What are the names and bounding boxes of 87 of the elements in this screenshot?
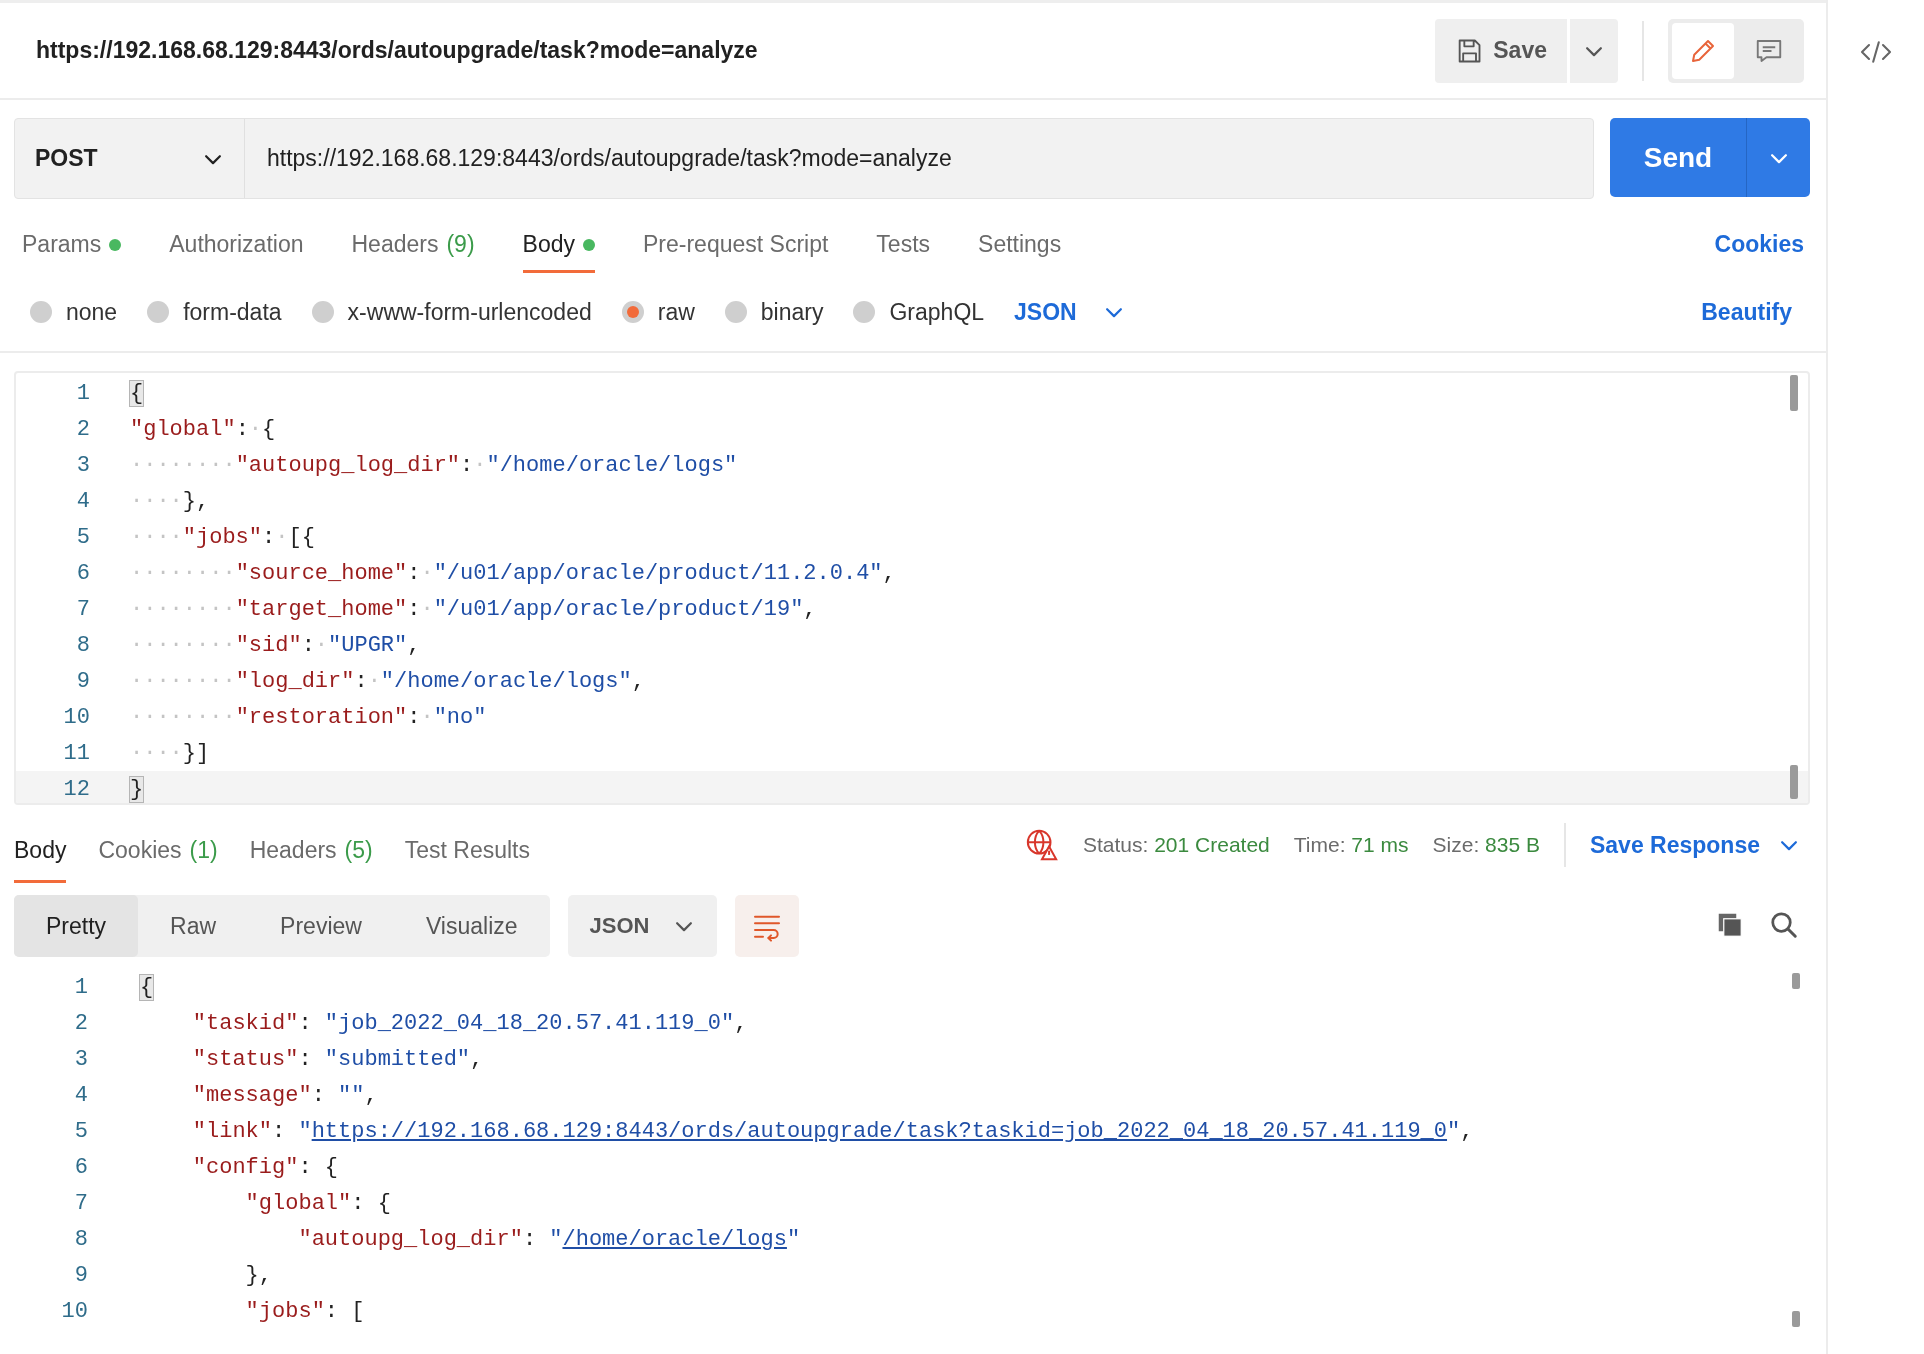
request-tab[interactable]: Headers (9) <box>351 231 475 273</box>
code-line: ········"target_home":·"/u01/app/oracle/product/19", <box>130 596 817 622</box>
code-line: ········"restoration":·"no" <box>130 704 487 730</box>
line-number: 10 <box>62 704 90 730</box>
code-line: "jobs": [ <box>244 1298 365 1324</box>
code-line: ····}] <box>130 740 210 766</box>
line-number: 6 <box>73 1154 88 1180</box>
code-line: "message": "", <box>191 1082 378 1108</box>
request-tab[interactable]: Authorization <box>169 231 304 273</box>
body-type-radio[interactable]: none <box>30 298 118 326</box>
line-number: 10 <box>60 1298 88 1324</box>
response-tab[interactable]: Headers (5) <box>249 837 373 883</box>
format-dropdown[interactable]: JSON <box>567 895 718 957</box>
scrollbar[interactable] <box>1790 375 1798 411</box>
view-tab[interactable]: Visualize <box>393 895 550 957</box>
code-line: ····}, <box>130 488 210 514</box>
line-number: 4 <box>73 1082 88 1108</box>
language-dropdown[interactable]: JSON <box>1014 298 1125 326</box>
request-tab[interactable]: Body <box>522 231 595 273</box>
code-line: ········"source_home":·"/u01/app/oracle/product/11.2.0.4", <box>130 560 896 586</box>
line-number: 1 <box>75 380 90 406</box>
line-number: 6 <box>75 560 90 586</box>
scrollbar[interactable] <box>1790 765 1798 799</box>
time-label: Time: <box>1293 833 1346 856</box>
line-number: 3 <box>75 452 90 478</box>
request-title: https://192.168.68.129:8443/ords/autoupgrade/task?mode=analyze <box>36 37 759 64</box>
code-line: "autoupg_log_dir": "/home/oracle/logs" <box>297 1226 801 1252</box>
line-number: 5 <box>73 1118 88 1144</box>
save-response-button[interactable]: Save Response <box>1589 831 1800 859</box>
line-number: 9 <box>73 1262 88 1288</box>
code-line: "status": "submitted", <box>191 1046 484 1072</box>
code-line: }, <box>244 1262 273 1288</box>
response-tab[interactable]: Body <box>14 837 67 883</box>
view-tab[interactable]: Raw <box>138 895 249 957</box>
body-type-radio[interactable]: x-www-form-urlencoded <box>311 298 592 326</box>
body-type-radio[interactable]: binary <box>724 298 824 326</box>
body-type-radio[interactable]: raw <box>621 298 695 326</box>
wrap-lines-button[interactable] <box>735 895 800 957</box>
line-number: 9 <box>75 668 90 694</box>
code-line: ········"autoupg_log_dir":·"/home/oracle/logs" <box>130 452 738 478</box>
status-value: 201 Created <box>1154 833 1270 856</box>
request-tab[interactable]: Settings <box>978 231 1062 273</box>
line-number: 12 <box>62 776 90 802</box>
line-number: 2 <box>73 1010 88 1036</box>
view-tab[interactable]: Pretty <box>14 895 139 957</box>
view-tab[interactable]: Preview <box>248 895 394 957</box>
code-line: ········"sid":·"UPGR", <box>130 632 421 658</box>
time-value: 71 ms <box>1351 833 1409 856</box>
code-line: ····"jobs":·[{ <box>130 524 315 550</box>
body-type-radio[interactable]: form-data <box>147 298 282 326</box>
code-line: "global":·{ <box>130 416 276 442</box>
size-label: Size: <box>1432 833 1480 856</box>
search-icon <box>1769 910 1799 940</box>
line-number: 4 <box>75 488 90 514</box>
body-type-radio[interactable]: GraphQL <box>853 298 985 326</box>
link[interactable]: /home/oracle/logs <box>562 1226 787 1252</box>
size-value: 835 B <box>1485 833 1540 856</box>
line-number: 11 <box>62 740 90 766</box>
line-number: 3 <box>73 1046 88 1072</box>
code-line: ········"log_dir":·"/home/oracle/logs", <box>130 668 645 694</box>
line-number: 5 <box>75 524 90 550</box>
cookies-link[interactable]: Cookies <box>1714 231 1804 273</box>
line-number: 2 <box>75 416 90 442</box>
scrollbar[interactable] <box>1792 1311 1800 1327</box>
code-icon[interactable] <box>1859 38 1893 66</box>
code-line: "link": "https://192.168.68.129:8443/ords/autoupgrade/task?taskid=job_2022_04_18_20.57.41.119_0", <box>191 1118 1474 1144</box>
response-tab[interactable]: Cookies (1) <box>98 837 218 883</box>
request-tab[interactable]: Params <box>22 231 122 273</box>
mode-toggle[interactable] <box>1672 22 1734 79</box>
response-tab[interactable]: Test Results <box>404 837 530 883</box>
code-line: "config": { <box>191 1154 339 1180</box>
line-number: 1 <box>73 974 88 1000</box>
status-label: Status: <box>1082 833 1149 856</box>
line-number: 7 <box>75 596 90 622</box>
code-line: "taskid": "job_2022_04_18_20.57.41.119_0", <box>191 1010 748 1036</box>
globe-warning-icon[interactable] <box>1024 828 1059 862</box>
line-number: 8 <box>73 1226 88 1252</box>
code-line: "global": { <box>244 1190 391 1216</box>
request-tab[interactable]: Pre-request Script <box>643 231 829 273</box>
scrollbar[interactable] <box>1792 973 1800 989</box>
beautify-link[interactable]: Beautify <box>1701 298 1792 326</box>
line-number: 7 <box>73 1190 88 1216</box>
request-tab[interactable]: Tests <box>876 231 931 273</box>
link[interactable]: https://192.168.68.129:8443/ords/autoupgrade/task?taskid=job_2022_04_18_20.57.41.119_0 <box>311 1118 1448 1144</box>
send-button[interactable]: Send <box>1610 118 1746 197</box>
save-button[interactable]: Save <box>1435 18 1567 83</box>
line-number: 8 <box>75 632 90 658</box>
